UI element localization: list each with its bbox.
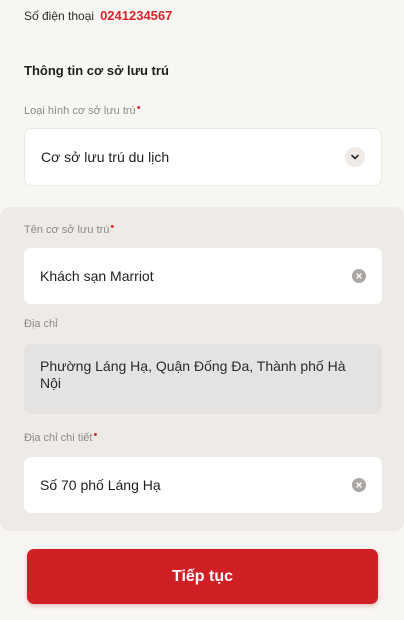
accommodation-type-value: Cơ sở lưu trú du lịch [41, 149, 170, 165]
phone-label: Số điện thoại [24, 9, 95, 23]
accommodation-type-label-text: Loại hình cơ sở lưu trú [24, 105, 136, 117]
address-detail-input[interactable]: Số 70 phố Láng Hạ [24, 457, 382, 513]
accommodation-name-label: Tên cơ sở lưu trú• [24, 221, 115, 236]
address-display: Phường Láng Hạ, Quận Đống Đa, Thành phố … [24, 344, 382, 414]
address-detail-value: Số 70 phố Láng Hạ [40, 477, 161, 493]
accommodation-type-label: Loại hình cơ sở lưu trú• [24, 102, 141, 117]
required-mark: • [136, 102, 141, 114]
address-label: Địa chỉ [24, 318, 58, 330]
required-mark: • [93, 429, 98, 441]
phone-value: 0241234567 [100, 8, 173, 23]
accommodation-name-value: Khách sạn Marriot [40, 268, 154, 284]
chevron-down-icon[interactable] [345, 147, 365, 167]
accommodation-name-label-text: Tên cơ sở lưu trú [24, 224, 110, 236]
address-detail-label: Địa chỉ chi tiết• [24, 429, 98, 444]
section-title: Thông tin cơ sở lưu trú [24, 63, 169, 78]
accommodation-name-input[interactable]: Khách sạn Marriot [24, 248, 382, 304]
accommodation-type-select[interactable]: Cơ sở lưu trú du lịch [24, 128, 382, 186]
phone-row: Số điện thoại 0241234567 [24, 8, 172, 23]
clear-icon[interactable] [352, 478, 366, 492]
clear-icon[interactable] [352, 269, 366, 283]
required-mark: • [110, 221, 115, 233]
continue-button[interactable]: Tiếp tục [27, 549, 378, 604]
address-detail-label-text: Địa chỉ chi tiết [24, 432, 93, 444]
